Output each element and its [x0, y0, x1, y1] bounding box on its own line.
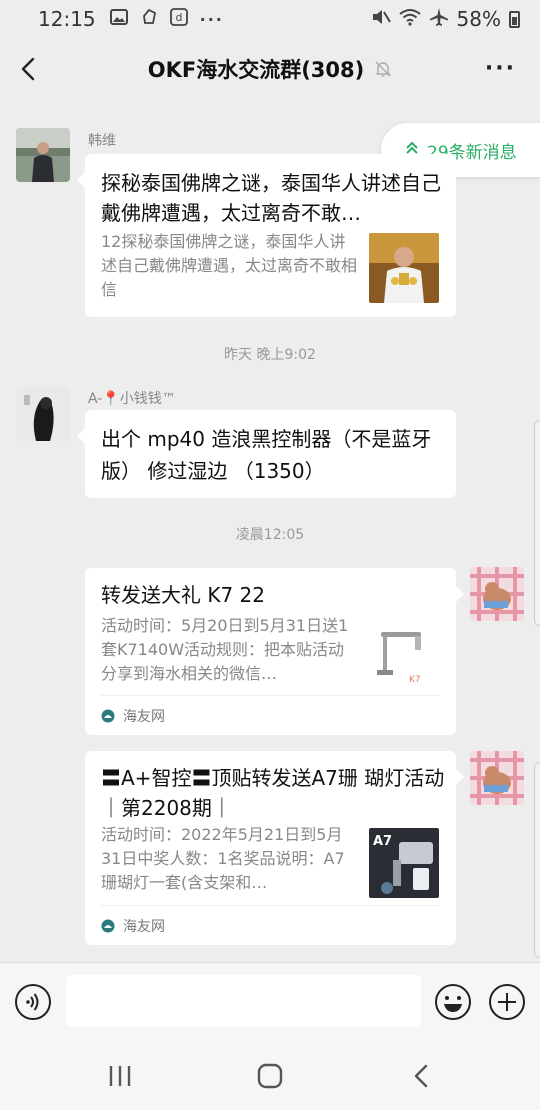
avatar-image [470, 567, 524, 621]
card-thumbnail-label: A7 [373, 834, 392, 849]
chat-title: OKF海水交流群(308) [147, 58, 365, 82]
my-avatar[interactable] [470, 567, 524, 621]
card-thumbnail [369, 233, 439, 303]
avatar[interactable] [16, 128, 70, 182]
site-logo-icon [101, 709, 115, 722]
app-icon [140, 8, 158, 30]
card-title: 〓A+智控〓顶贴转发送A7珊 瑚灯活动｜第2208期｜ [101, 766, 445, 820]
status-bar: 12:15 d ··· 58% [0, 0, 540, 38]
mute-icon [371, 7, 391, 31]
card-description: 活动时间：2022年5月21日到5月31日中奖人数：1名奖品说明：A7珊瑚灯一套… [101, 825, 345, 892]
message-input[interactable] [66, 975, 421, 1027]
card-thumbnail: K7 [369, 626, 439, 688]
card-source: 海友网 [101, 695, 440, 735]
card-title: 探秘泰国佛牌之谜，泰国华人讲述自己戴佛牌遭遇，太过离奇不敢… [101, 171, 441, 225]
battery-percent: 58% [456, 7, 501, 31]
back-button[interactable] [14, 54, 44, 84]
message-text: 出个 mp40 造浪黑控制器（不是蓝牙版） 修过湿边 （1350） [101, 427, 432, 483]
back-icon [414, 1064, 428, 1088]
recent-apps-icon [109, 1066, 131, 1086]
sender-name: 韩维 [88, 133, 116, 149]
more-functions-button[interactable] [488, 983, 526, 1021]
bell-muted-icon [375, 61, 391, 77]
home-icon [257, 1063, 283, 1089]
wifi-icon [398, 7, 421, 31]
emoji-icon [435, 984, 471, 1020]
card-description: 12探秘泰国佛牌之谜，泰国华人讲述自己戴佛牌遭遇，太过离奇不敢相信 [101, 232, 358, 299]
site-logo-icon [101, 919, 115, 932]
battery-icon [509, 10, 520, 28]
card-thumbnail: A7 [369, 828, 439, 898]
chat-header: OKF海水交流群(308) ··· [0, 38, 540, 100]
nav-back-button[interactable] [408, 1062, 436, 1090]
card-source-label: 海友网 [123, 708, 165, 725]
my-avatar[interactable] [470, 751, 524, 805]
system-nav-bar [0, 1040, 540, 1110]
card-description: 活动时间：5月20日到5月31日送1套K7140W活动规则：把本贴活动分享到海水… [101, 616, 349, 683]
text-message[interactable]: 出个 mp40 造浪黑控制器（不是蓝牙版） 修过湿边 （1350） [77, 410, 456, 498]
status-time: 12:15 [38, 7, 96, 31]
gallery-icon [109, 9, 128, 29]
chevron-left-icon [21, 57, 35, 81]
emoji-button[interactable] [434, 983, 472, 1021]
timestamp: 凌晨12:05 [235, 527, 305, 543]
plus-icon [489, 984, 525, 1020]
tiktok-icon: d [169, 8, 188, 30]
avatar[interactable] [16, 387, 70, 441]
voice-input-button[interactable] [14, 983, 52, 1021]
card-source: 海友网 [101, 905, 440, 945]
svg-text:d: d [175, 11, 182, 24]
card-title: 转发送大礼 K7 22 [101, 583, 266, 607]
avatar-image [16, 387, 70, 441]
link-card[interactable]: 〓A+智控〓顶贴转发送A7珊 瑚灯活动｜第2208期｜ 活动时间：2022年5月… [85, 751, 464, 945]
recent-apps-button[interactable] [106, 1062, 134, 1090]
scroll-edge-handle[interactable] [534, 762, 540, 958]
sender-name: A-📍小钱钱™ [88, 391, 176, 407]
svg-text:K7: K7 [409, 675, 421, 685]
airplane-icon [429, 7, 449, 32]
voice-icon [15, 984, 51, 1020]
more-options-button[interactable]: ··· [485, 58, 516, 80]
home-button[interactable] [256, 1062, 284, 1090]
avatar-image [470, 751, 524, 805]
timestamp: 昨天 晚上9:02 [224, 347, 316, 363]
avatar-image [16, 128, 70, 182]
scroll-edge-handle[interactable] [534, 420, 540, 626]
card-source-label: 海友网 [123, 918, 165, 935]
link-card[interactable]: 探秘泰国佛牌之谜，泰国华人讲述自己戴佛牌遭遇，太过离奇不敢… 12探秘泰国佛牌之… [77, 154, 456, 317]
input-bar [0, 962, 540, 1040]
more-dots-icon: ··· [199, 9, 224, 29]
link-card[interactable]: 转发送大礼 K7 22 活动时间：5月20日到5月31日送1套K7140W活动规… [85, 568, 464, 735]
